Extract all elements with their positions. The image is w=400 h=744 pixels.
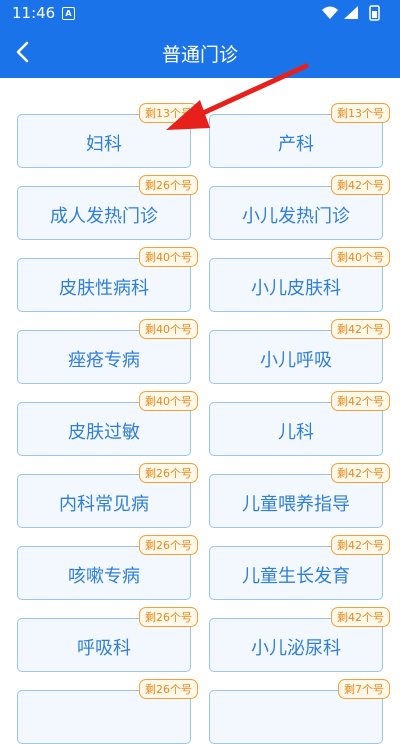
department-name: 皮肤性病科: [59, 278, 149, 299]
department-name: 妇科: [86, 134, 122, 155]
quota-badge: 剩26个号: [139, 607, 198, 627]
department-card[interactable]: 剩7个号: [209, 679, 390, 744]
department-card[interactable]: 咳嗽专病 剩26个号: [17, 535, 198, 600]
status-bar: 11:46 A: [0, 0, 400, 26]
quota-badge: 剩26个号: [139, 463, 198, 483]
department-card[interactable]: 小儿泌尿科 剩42个号: [209, 607, 390, 672]
quota-badge: 剩40个号: [139, 247, 198, 267]
department-name: 痤疮专病: [68, 350, 140, 371]
quota-badge: 剩42个号: [331, 607, 390, 627]
department-card[interactable]: 妇科 剩13个号: [17, 103, 198, 168]
quota-badge: 剩40个号: [139, 391, 198, 411]
department-card[interactable]: 儿童生长发育 剩42个号: [209, 535, 390, 600]
quota-badge: 剩42个号: [331, 319, 390, 339]
department-name: 儿科: [278, 422, 314, 443]
department-card[interactable]: 皮肤性病科 剩40个号: [17, 247, 198, 312]
department-name: 皮肤过敏: [68, 422, 140, 443]
navigation-bar: 普通门诊: [0, 26, 400, 78]
quota-badge: 剩13个号: [331, 103, 390, 123]
signal-icon: [344, 6, 358, 19]
department-name: 产科: [278, 134, 314, 155]
status-time: 11:46: [12, 4, 56, 22]
quota-badge: 剩42个号: [331, 463, 390, 483]
department-card[interactable]: 小儿呼吸 剩42个号: [209, 319, 390, 384]
quota-badge: 剩42个号: [331, 175, 390, 195]
department-card[interactable]: 小儿皮肤科 剩40个号: [209, 247, 390, 312]
department-card[interactable]: 儿童喂养指导 剩42个号: [209, 463, 390, 528]
department-grid: 妇科 剩13个号 产科 剩13个号 成人发热门诊 剩26个号 小儿发热门诊 剩4…: [0, 78, 400, 744]
department-card[interactable]: 儿科 剩42个号: [209, 391, 390, 456]
quota-badge: 剩13个号: [139, 103, 198, 123]
department-name: 呼吸科: [77, 638, 131, 659]
department-card[interactable]: 成人发热门诊 剩26个号: [17, 175, 198, 240]
quota-badge: 剩40个号: [331, 247, 390, 267]
department-card[interactable]: 剩26个号: [17, 679, 198, 744]
department-card[interactable]: 产科 剩13个号: [209, 103, 390, 168]
department-name: 儿童喂养指导: [242, 494, 350, 515]
department-name: 内科常见病: [59, 494, 149, 515]
department-card[interactable]: 痤疮专病 剩40个号: [17, 319, 198, 384]
quota-badge: 剩42个号: [331, 391, 390, 411]
department-card[interactable]: 呼吸科 剩26个号: [17, 607, 198, 672]
department-card[interactable]: 小儿发热门诊 剩42个号: [209, 175, 390, 240]
wifi-icon: [322, 6, 338, 19]
quota-badge: 剩7个号: [338, 679, 390, 699]
department-name: 小儿皮肤科: [251, 278, 341, 299]
department-card[interactable]: 内科常见病 剩26个号: [17, 463, 198, 528]
quota-badge: 剩26个号: [139, 679, 198, 699]
department-name: 小儿发热门诊: [242, 206, 350, 227]
department-name: 儿童生长发育: [242, 566, 350, 587]
department-name: 成人发热门诊: [50, 206, 158, 227]
department-card[interactable]: 皮肤过敏 剩40个号: [17, 391, 198, 456]
quota-badge: 剩42个号: [331, 535, 390, 555]
quota-badge: 剩40个号: [139, 319, 198, 339]
quota-badge: 剩26个号: [139, 175, 198, 195]
status-icons: [320, 5, 390, 25]
notification-icon: A: [62, 7, 75, 20]
department-name: 小儿呼吸: [260, 350, 332, 371]
department-name: 小儿泌尿科: [251, 638, 341, 659]
page-title: 普通门诊: [161, 44, 238, 66]
quota-badge: 剩26个号: [139, 535, 198, 555]
department-name: 咳嗽专病: [68, 566, 140, 587]
